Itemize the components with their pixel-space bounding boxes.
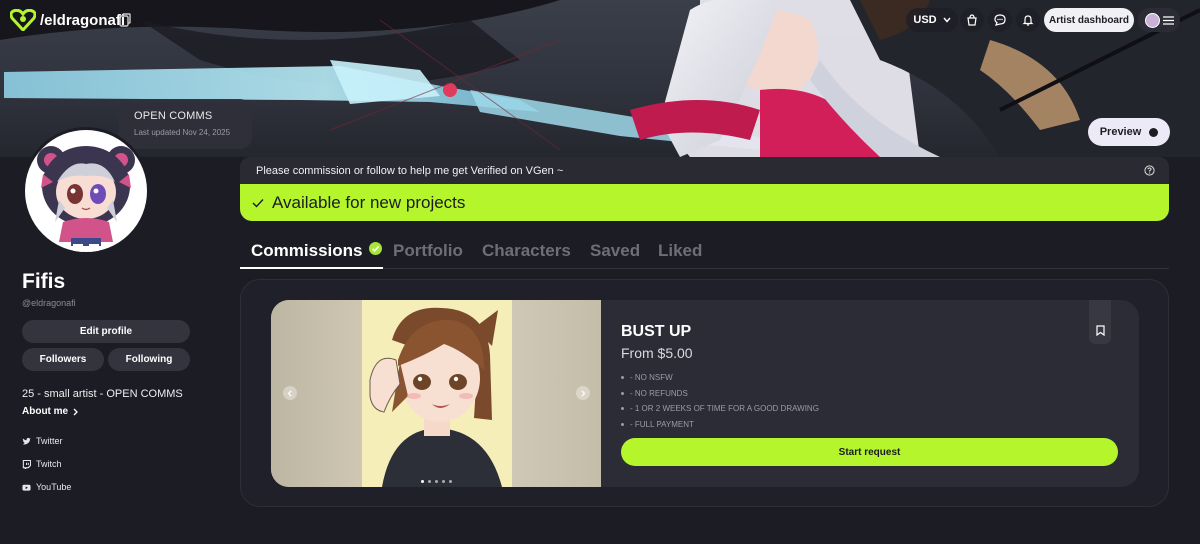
carousel-dot[interactable] xyxy=(428,480,431,483)
list-item: - NO REFUNDS xyxy=(621,386,819,402)
edit-profile-button[interactable]: Edit profile xyxy=(22,320,190,343)
announcement-text: Please commission or follow to help me g… xyxy=(256,165,564,177)
vgen-logo-icon[interactable] xyxy=(10,9,36,31)
bookmark-button[interactable] xyxy=(1089,300,1111,344)
chevron-right-icon xyxy=(581,389,586,397)
account-menu-button[interactable] xyxy=(1138,8,1180,32)
social-link-twitch[interactable]: Twitch xyxy=(22,459,62,469)
social-link-youtube[interactable]: YouTube xyxy=(22,482,71,492)
status-title: OPEN COMMS xyxy=(134,110,213,122)
bookmark-icon xyxy=(1095,325,1105,336)
bell-icon xyxy=(1022,15,1034,26)
social-label: Twitch xyxy=(36,459,62,469)
commission-price: From $5.00 xyxy=(621,345,693,361)
social-link-twitter[interactable]: Twitter xyxy=(22,436,63,446)
followers-button[interactable]: Followers xyxy=(22,348,104,371)
social-label: YouTube xyxy=(36,482,72,492)
hamburger-menu-icon xyxy=(1162,15,1174,25)
chevron-down-icon xyxy=(943,17,951,23)
list-item: - FULL PAYMENT xyxy=(621,417,819,433)
avatar xyxy=(1144,12,1160,28)
status-bubble: OPEN COMMS Last updated Nov 24, 2025 xyxy=(119,99,252,149)
chat-icon xyxy=(994,14,1006,26)
url-handle: /eldragonafi xyxy=(40,12,126,29)
about-me-link[interactable]: About me xyxy=(22,406,79,417)
shopping-bag-icon xyxy=(967,14,977,26)
availability-text: Available for new projects xyxy=(272,192,466,212)
preview-label: Preview xyxy=(1099,126,1142,138)
active-tab-indicator xyxy=(240,267,383,269)
verified-check-icon xyxy=(369,242,383,255)
currency-selector[interactable]: USD xyxy=(906,8,958,32)
checkmark-icon xyxy=(252,198,264,208)
announcement-bar: Please commission or follow to help me g… xyxy=(240,157,1169,185)
following-button[interactable]: Following xyxy=(108,348,190,371)
carousel-prev-button[interactable] xyxy=(283,386,297,400)
profile-handle: @eldragonafi xyxy=(22,298,76,308)
tab-liked[interactable]: Liked xyxy=(658,241,702,261)
carousel-dots xyxy=(421,480,452,483)
notifications-button[interactable] xyxy=(1016,8,1040,32)
profile-avatar[interactable] xyxy=(22,127,150,255)
carousel-dot[interactable] xyxy=(421,480,424,483)
carousel-dot[interactable] xyxy=(435,480,438,483)
avatar-illustration xyxy=(37,146,135,252)
availability-banner: Available for new projects xyxy=(240,184,1169,221)
currency-label: USD xyxy=(913,14,937,26)
carousel-dot[interactable] xyxy=(442,480,445,483)
profile-bio: 25 - small artist - OPEN COMMS xyxy=(22,388,183,400)
profile-name: Fifis xyxy=(22,270,66,293)
about-me-label: About me xyxy=(22,406,69,417)
commission-title: BUST UP xyxy=(621,323,692,340)
tab-label: Commissions xyxy=(251,241,363,260)
commission-card[interactable]: BUST UP From $5.00 - NO NSFW - NO REFUND… xyxy=(271,300,1139,487)
list-item: - NO NSFW xyxy=(621,370,819,386)
twitter-icon xyxy=(22,437,31,444)
status-updated: Last updated Nov 24, 2025 xyxy=(134,128,231,137)
carousel-dot[interactable] xyxy=(449,480,452,483)
chevron-left-icon xyxy=(287,389,292,397)
help-icon[interactable] xyxy=(1144,165,1155,176)
messages-button[interactable] xyxy=(988,8,1012,32)
preview-button[interactable]: Preview xyxy=(1088,118,1170,146)
artist-dashboard-button[interactable]: Artist dashboard xyxy=(1044,8,1134,32)
carousel-next-button[interactable] xyxy=(576,386,590,400)
cart-button[interactable] xyxy=(960,8,984,32)
youtube-icon xyxy=(22,484,31,491)
tab-portfolio[interactable]: Portfolio xyxy=(393,241,463,261)
top-navigation: /eldragonafi USD Artist dashboard xyxy=(0,0,1200,40)
copy-icon[interactable] xyxy=(119,13,131,27)
commission-sample-image xyxy=(362,300,512,487)
social-label: Twitter xyxy=(36,436,63,446)
profile-tabs: Commissions Portfolio Characters Saved L… xyxy=(240,241,1169,269)
tab-saved[interactable]: Saved xyxy=(590,241,640,261)
chevron-right-icon xyxy=(73,408,79,415)
commission-terms-list: - NO NSFW - NO REFUNDS - 1 OR 2 WEEKS OF… xyxy=(621,370,819,432)
tab-commissions[interactable]: Commissions xyxy=(251,241,383,261)
list-item: - 1 OR 2 WEEKS OF TIME FOR A GOOD DRAWIN… xyxy=(621,401,819,417)
tab-characters[interactable]: Characters xyxy=(482,241,571,261)
start-request-button[interactable]: Start request xyxy=(621,438,1118,466)
commission-image-carousel[interactable] xyxy=(271,300,601,487)
twitch-icon xyxy=(22,459,31,469)
record-dot-icon xyxy=(1149,127,1159,137)
